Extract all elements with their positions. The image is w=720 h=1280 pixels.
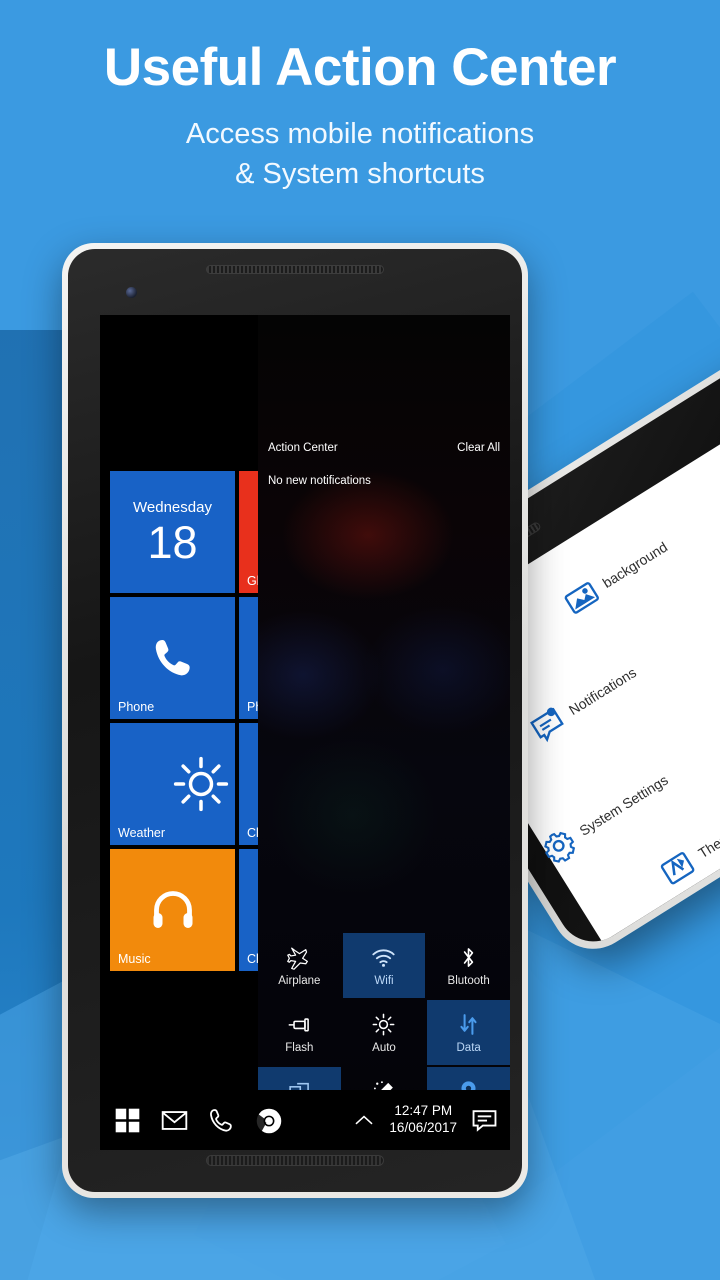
action-center-title: Action Center <box>268 442 338 454</box>
no-notifications-text: No new notifications <box>268 475 371 487</box>
tile-label: Phone <box>118 700 155 714</box>
clear-all-button[interactable]: Clear All <box>457 442 500 454</box>
tile-music[interactable]: Music <box>110 849 235 971</box>
bluetooth-icon <box>456 945 481 970</box>
front-camera <box>126 287 137 298</box>
gear-icon <box>535 822 582 869</box>
clock-time: 12:47 PM <box>394 1103 453 1119</box>
taskbar-clock[interactable]: 12:47 PM 16/06/2017 <box>389 1103 457 1137</box>
taskbar-icons <box>100 1107 282 1134</box>
settings-item-background[interactable]: background <box>558 531 675 621</box>
settings-item-system-settings[interactable]: System Settings <box>535 764 675 869</box>
mail-icon[interactable] <box>161 1107 188 1134</box>
notification-box-icon <box>525 702 572 749</box>
promo-header: Useful Action Center Access mobile notif… <box>0 40 720 194</box>
settings-item-label: background <box>599 538 671 591</box>
quick-tile-label: Flash <box>285 1041 314 1054</box>
quick-tile-flash[interactable]: Flash <box>258 1000 341 1065</box>
primary-phone: Wednesday 18 Gl Phone Ph Weather Cl Musi… <box>62 243 528 1198</box>
tile-label: Music <box>118 952 151 966</box>
quick-tile-label: Blutooth <box>447 974 490 987</box>
settings-item-label: Theme/Icon pack <box>695 791 720 862</box>
quick-tile-label: Data <box>456 1041 481 1054</box>
action-center-panel: Action Center Clear All No new notificat… <box>258 315 510 1150</box>
promo-subtitle: Access mobile notifications & System sho… <box>0 114 720 194</box>
taskbar-tray: 12:47 PM 16/06/2017 <box>353 1103 510 1137</box>
bottom-speaker <box>206 1155 384 1166</box>
flashlight-icon <box>287 1012 312 1037</box>
airplane-icon <box>286 945 312 970</box>
wifi-icon <box>371 945 396 970</box>
tile-label: Weather <box>118 826 166 840</box>
quick-tile-airplane[interactable]: Airplane <box>258 933 341 998</box>
settings-item-label: System Settings <box>576 771 671 839</box>
tile-phone[interactable]: Phone <box>110 597 235 719</box>
chrome-icon[interactable] <box>255 1107 282 1134</box>
settings-item-notifications[interactable]: Notifications <box>525 656 644 748</box>
promo-subtitle-line-1: Access mobile notifications <box>185 117 535 150</box>
tile-calendar-date: 18 <box>147 517 198 568</box>
quick-tile-label: Airplane <box>278 974 321 987</box>
notification-icon[interactable] <box>471 1107 498 1134</box>
phone-screen: Wednesday 18 Gl Phone Ph Weather Cl Musi… <box>100 315 510 1150</box>
earpiece-speaker <box>206 265 384 274</box>
quick-tile-wifi[interactable]: Wifi <box>342 933 426 998</box>
data-icon <box>456 1012 481 1037</box>
quick-tile-label: Auto <box>372 1041 396 1054</box>
page-title: Useful Action Center <box>103 38 617 97</box>
quick-tile-bluetooth[interactable]: Blutooth <box>427 933 510 998</box>
theme-icon <box>654 845 701 892</box>
settings-item-label: Notifications <box>565 664 640 719</box>
start-icon[interactable] <box>114 1107 141 1134</box>
action-center-header: Action Center Clear All <box>258 437 510 459</box>
quick-tile-data[interactable]: Data <box>427 1000 510 1065</box>
tile-calendar-day: Wednesday <box>133 499 212 516</box>
tile-weather[interactable]: Weather <box>110 723 235 845</box>
tile-calendar[interactable]: Wednesday 18 <box>110 471 235 593</box>
clock-date: 16/06/2017 <box>389 1120 457 1135</box>
phone-icon[interactable] <box>208 1107 235 1134</box>
quick-tile-label: Wifi <box>374 974 394 987</box>
promo-subtitle-line-2: & System shortcuts <box>235 157 485 190</box>
chevron-up-icon[interactable] <box>353 1109 375 1131</box>
wallpaper-icon <box>558 574 605 621</box>
brightness-icon <box>371 1012 396 1037</box>
primary-phone-body: Wednesday 18 Gl Phone Ph Weather Cl Musi… <box>68 249 522 1192</box>
taskbar: 12:47 PM 16/06/2017 <box>100 1090 510 1150</box>
quick-tile-auto-brightness[interactable]: Auto <box>343 1000 426 1065</box>
